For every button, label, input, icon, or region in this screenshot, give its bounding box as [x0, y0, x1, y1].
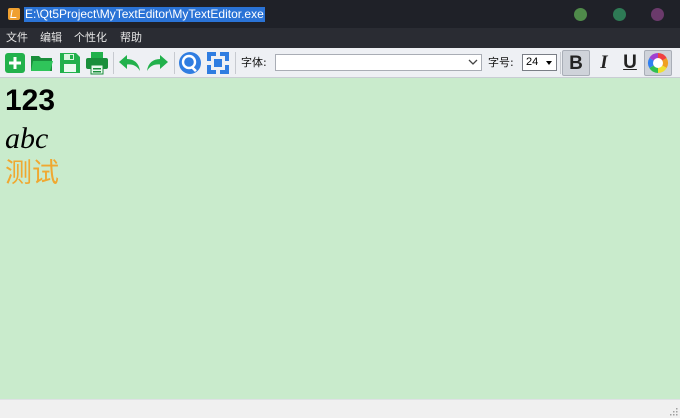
color-wheel-icon — [648, 53, 668, 73]
status-bar — [0, 399, 680, 418]
toolbar-separator — [113, 52, 114, 74]
underline-icon: U — [623, 52, 637, 73]
redo-icon — [147, 55, 168, 71]
app-icon — [8, 8, 20, 20]
menu-bar: 文件 编辑 个性化 帮助 — [0, 28, 680, 48]
toolbar-separator — [235, 52, 236, 74]
italic-icon: I — [600, 52, 608, 73]
save-icon — [60, 53, 80, 73]
zoom-button[interactable] — [178, 51, 202, 75]
undo-button[interactable] — [118, 51, 142, 75]
chevron-down-icon — [468, 59, 478, 65]
new-file-icon — [5, 53, 25, 73]
underline-button[interactable]: U — [616, 50, 644, 76]
toolbar: 字体: 字号: 24 B I U — [0, 48, 680, 78]
menu-file[interactable]: 文件 — [6, 31, 28, 45]
minimize-button[interactable] — [574, 8, 587, 21]
open-folder-icon — [31, 56, 53, 71]
font-family-combo[interactable] — [275, 54, 482, 71]
redo-button[interactable] — [145, 51, 169, 75]
window-title: E:\Qt5Project\MyTextEditor\MyTextEditor.… — [24, 7, 265, 22]
editor-line-1: 123 — [5, 84, 56, 117]
toolbar-separator — [174, 52, 175, 74]
editor-line-3: 测试 — [5, 158, 59, 189]
print-icon — [86, 52, 108, 75]
resize-grip-icon[interactable] — [668, 406, 678, 416]
title-bar: E:\Qt5Project\MyTextEditor\MyTextEditor.… — [0, 0, 680, 28]
bold-icon: B — [569, 53, 583, 74]
caret-down-icon — [546, 61, 552, 65]
menu-help[interactable]: 帮助 — [120, 31, 142, 45]
font-label: 字体: — [241, 56, 267, 69]
toolbar-separator — [560, 52, 561, 74]
italic-button[interactable]: I — [590, 50, 618, 76]
open-file-button[interactable] — [30, 51, 54, 75]
size-label: 字号: — [488, 56, 514, 69]
fit-icon — [207, 52, 229, 74]
editor-line-2: abc — [5, 122, 49, 155]
menu-personalize[interactable]: 个性化 — [74, 31, 107, 45]
menu-edit[interactable]: 编辑 — [40, 31, 62, 45]
print-button[interactable] — [85, 51, 109, 75]
undo-icon — [119, 55, 140, 71]
close-button[interactable] — [651, 8, 664, 21]
font-size-combo[interactable]: 24 — [522, 54, 557, 71]
save-button[interactable] — [58, 51, 82, 75]
zoom-icon — [179, 52, 201, 74]
text-color-button[interactable] — [644, 50, 672, 76]
font-size-value: 24 — [526, 56, 539, 68]
new-file-button[interactable] — [3, 51, 27, 75]
fit-button[interactable] — [206, 51, 230, 75]
bold-button[interactable]: B — [562, 50, 590, 76]
text-editor[interactable]: 123 abc 测试 — [0, 78, 680, 399]
maximize-button[interactable] — [613, 8, 626, 21]
